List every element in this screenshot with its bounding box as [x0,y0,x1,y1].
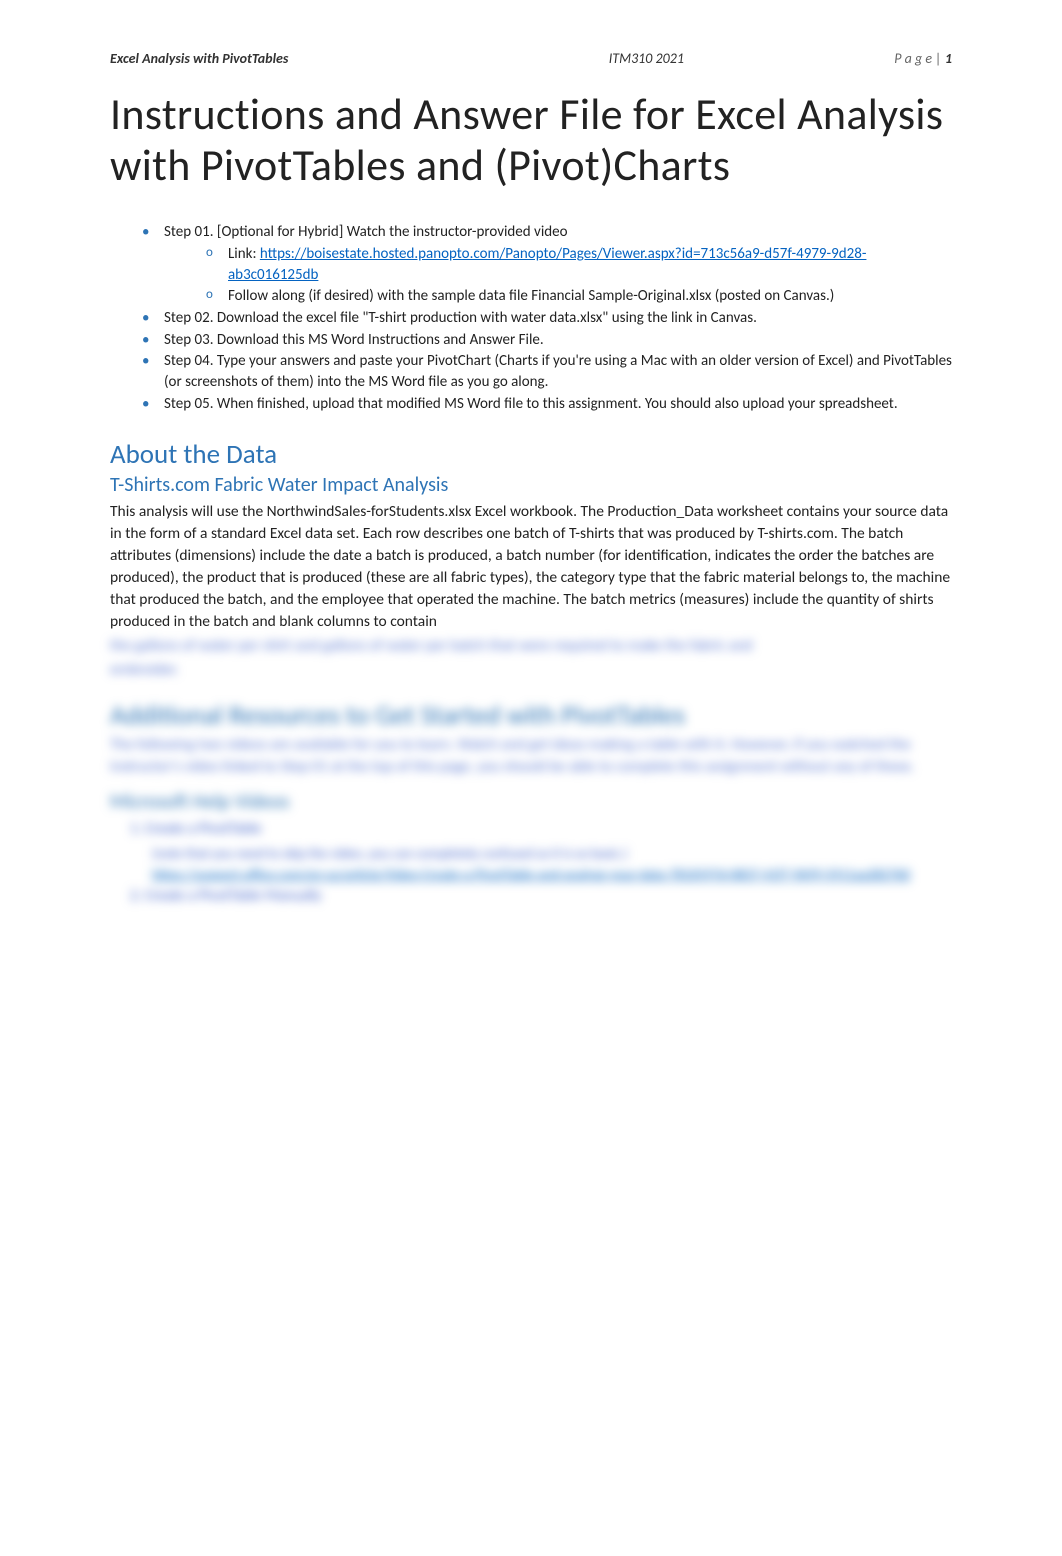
about-body-blur-1: the gallons of water per shirt and gallo… [110,635,952,657]
ms-help-videos-heading: Microsoft Help Videos [110,790,952,814]
step-01: Step 01. [Optional for Hybrid] Watch the… [142,222,952,307]
document-title: Instructions and Answer File for Excel A… [110,89,952,190]
step-01-text: Step 01. [Optional for Hybrid] Watch the… [164,223,568,241]
header-right: P a g e | 1 [894,50,952,67]
step-01-link-prefix: Link: [228,245,260,263]
step-01-subs: Link: https://boisestate.hosted.panopto.… [206,244,952,307]
about-subheading: T-Shirts.com Fabric Water Impact Analysi… [110,473,952,497]
page-label: P a g e | [894,50,945,67]
page-header: Excel Analysis with PivotTables ITM310 2… [110,50,952,67]
panopto-link[interactable]: https://boisestate.hosted.panopto.com/Pa… [228,245,866,284]
resources-intro: The following two videos are available f… [110,734,952,778]
header-left: Excel Analysis with PivotTables [110,50,288,67]
video-1-link-row: https://support.office.com/en-us/article… [152,864,952,885]
video-item-2: 2. Create a PivotTable Manually [130,885,952,908]
step-01-link-row: Link: https://boisestate.hosted.panopto.… [206,244,952,285]
videos-list: 1. Create a PivotTable [130,818,952,841]
step-01-note: Follow along (if desired) with the sampl… [206,286,952,307]
about-body: This analysis will use the NorthwindSale… [110,501,952,633]
about-body-blur-2: embroider. [110,659,952,681]
blurred-content: the gallons of water per shirt and gallo… [110,635,952,907]
steps-list: Step 01. [Optional for Hybrid] Watch the… [142,222,952,414]
resources-heading: Additional Resources to Get Started with… [110,699,952,732]
video-item-1: 1. Create a PivotTable [130,818,952,841]
step-02: Step 02. Download the excel file "T-shir… [142,308,952,329]
step-04: Step 04. Type your answers and paste you… [142,351,952,392]
videos-list-2: 2. Create a PivotTable Manually [130,885,952,908]
about-heading: About the Data [110,438,952,471]
video-1-link[interactable]: https://support.office.com/en-us/article… [152,866,910,883]
step-03: Step 03. Download this MS Word Instructi… [142,330,952,351]
video-1-subs: (note that you need to skip the video, y… [152,843,952,885]
step-05: Step 05. When finished, upload that modi… [142,394,952,415]
page-number: 1 [945,50,952,67]
video-1-note: (note that you need to skip the video, y… [152,843,952,864]
header-center: ITM310 2021 [609,50,684,67]
